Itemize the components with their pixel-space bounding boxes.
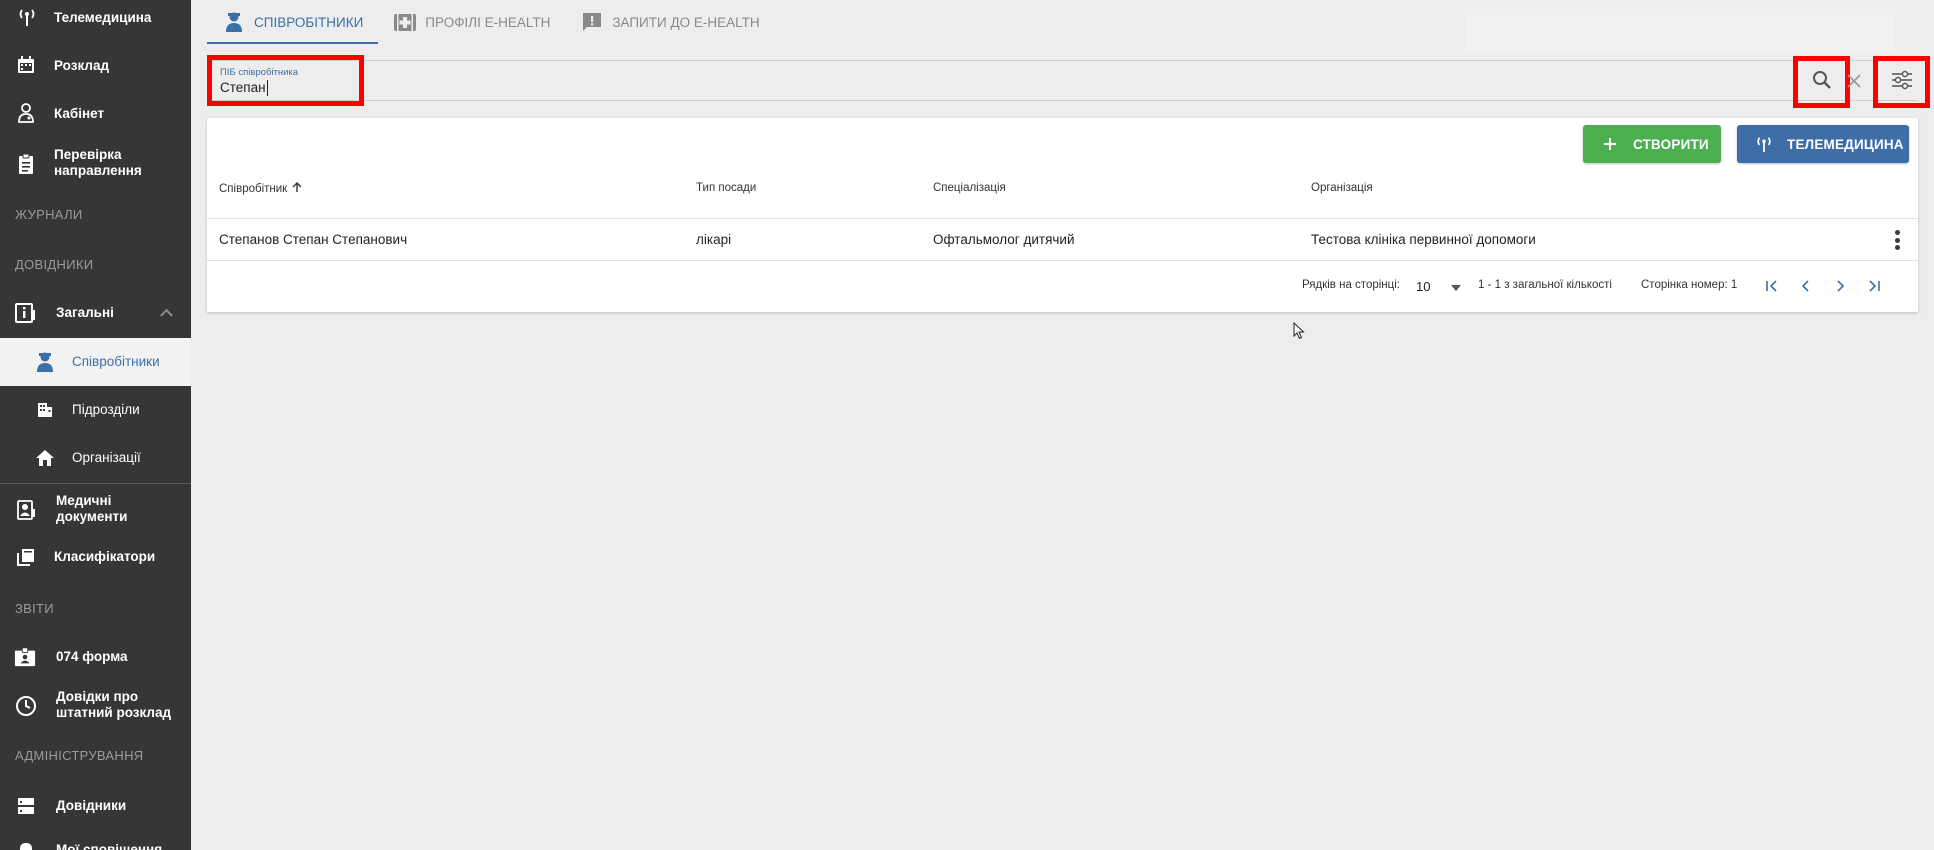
- tab-label: Запити до E-HEALTH: [612, 14, 760, 30]
- tab-staff[interactable]: Співробітники: [207, 0, 379, 44]
- sidebar-item-directories[interactable]: Довідники: [0, 794, 191, 818]
- sidebar: Телемедицина Розклад Кабінет Перевірка н…: [0, 0, 191, 850]
- sidebar-item-label: Організації: [72, 450, 141, 465]
- tab-bar: Співробітники Профілі E-HEALTH Запити до…: [207, 0, 775, 44]
- table-row[interactable]: Степанов Степан Степанович лікарі Офталь…: [207, 218, 1918, 261]
- create-button[interactable]: Створити: [1583, 125, 1721, 163]
- sidebar-item-label: Кабінет: [54, 106, 105, 121]
- sidebar-item-label: Підрозділи: [72, 402, 140, 417]
- telemedicine-button[interactable]: Телемедицина: [1737, 125, 1909, 163]
- sidebar-item-notifications[interactable]: Мої сповіщення: [0, 838, 191, 850]
- column-header-organization[interactable]: Організація: [1311, 182, 1373, 194]
- telemedicine-button-label: Телемедицина: [1787, 136, 1904, 152]
- sidebar-item-referral-check[interactable]: Перевірка направлення: [0, 146, 191, 182]
- medical-plus-icon: [393, 10, 417, 34]
- search-button[interactable]: [1793, 56, 1850, 108]
- section-title-journals: ЖУРНАЛИ: [15, 207, 83, 222]
- sidebar-item-label: 074 форма: [56, 649, 128, 664]
- sidebar-item-schedule[interactable]: Розклад: [0, 54, 191, 78]
- bell-icon: [15, 839, 37, 850]
- sidebar-item-label: Мої сповіщення: [56, 842, 163, 850]
- prev-page-icon[interactable]: [1795, 275, 1817, 297]
- tab-ehealth-profiles[interactable]: Профілі E-HEALTH: [378, 0, 565, 44]
- sidebar-item-label: Медичні документи: [56, 493, 128, 524]
- building-icon: [34, 399, 56, 421]
- sidebar-item-cabinet[interactable]: Кабінет: [0, 102, 191, 126]
- sidebar-item-telemedicine[interactable]: Телемедицина: [0, 6, 191, 30]
- create-button-label: Створити: [1633, 136, 1709, 152]
- arrow-up-icon: [292, 182, 302, 196]
- sidebar-item-organizations[interactable]: Організації: [0, 446, 191, 470]
- page-number: Сторінка номер: 1: [1641, 279, 1738, 291]
- sidebar-item-label: Класифікатори: [54, 549, 156, 564]
- sidebar-item-departments[interactable]: Підрозділи: [0, 398, 191, 422]
- staff-icon: [222, 10, 246, 34]
- library-icon: [15, 546, 37, 568]
- sidebar-item-staff[interactable]: Співробітники: [0, 338, 191, 386]
- last-page-icon[interactable]: [1863, 275, 1885, 297]
- search-field-label: ПІБ співробітника: [220, 67, 299, 78]
- medical-doc-icon: [15, 499, 37, 521]
- sidebar-item-medical-docs[interactable]: Медичні документи: [0, 492, 191, 528]
- staff-icon: [34, 351, 56, 373]
- sidebar-item-general[interactable]: Загальні: [0, 300, 191, 326]
- sidebar-item-classifiers[interactable]: Класифікатори: [0, 545, 191, 569]
- antenna-icon: [1753, 133, 1775, 155]
- staff-table-card: Створити Телемедицина Співробітник Тип п…: [207, 118, 1918, 312]
- header-placeholder: [1465, 9, 1895, 53]
- caret-down-icon: [1451, 279, 1461, 294]
- cell-position-type: лікарі: [696, 232, 732, 247]
- filter-settings-button[interactable]: [1873, 56, 1930, 108]
- column-header-position-type[interactable]: Тип посади: [696, 182, 756, 194]
- sidebar-item-label: Розклад: [54, 58, 110, 73]
- doctor-icon: [15, 102, 37, 124]
- alert-message-icon: [580, 10, 604, 34]
- sidebar-item-label: Телемедицина: [54, 10, 152, 25]
- search-input[interactable]: Степан: [220, 80, 268, 96]
- tab-ehealth-requests[interactable]: Запити до E-HEALTH: [565, 0, 774, 44]
- clock-icon: [15, 695, 37, 717]
- next-page-icon[interactable]: [1829, 275, 1851, 297]
- section-title-reports: ЗВІТИ: [15, 601, 54, 616]
- mouse-cursor-icon: [1293, 321, 1305, 345]
- antenna-icon: [16, 6, 38, 28]
- id-card-icon: [14, 646, 36, 668]
- cell-employee: Степанов Степан Степанович: [219, 232, 408, 247]
- divider: [0, 483, 191, 484]
- column-header-specialization[interactable]: Спеціалізація: [933, 182, 1006, 194]
- search-bar: [207, 60, 1917, 101]
- column-header-employee[interactable]: Співробітник: [219, 182, 302, 196]
- server-icon: [15, 795, 37, 817]
- sidebar-item-label: Співробітники: [72, 354, 160, 369]
- section-title-references: ДОВІДНИКИ: [15, 257, 94, 272]
- home-icon: [34, 447, 56, 469]
- more-vert-icon[interactable]: [1894, 230, 1900, 250]
- sidebar-item-label: Довідки про штатний розклад: [56, 689, 172, 720]
- info-badge-icon: [14, 302, 36, 324]
- cell-organization: Тестова клініка первинної допомоги: [1311, 232, 1536, 247]
- clipboard-icon: [15, 153, 37, 175]
- cell-specialization: Офтальмолог дитячий: [933, 232, 1075, 247]
- sidebar-item-staffing-certificates[interactable]: Довідки про штатний розклад: [0, 688, 191, 724]
- sidebar-item-label: Довідники: [56, 798, 127, 813]
- rows-per-page-select[interactable]: 10: [1416, 276, 1461, 296]
- section-title-admin: АДМІНІСТРУВАННЯ: [15, 748, 144, 763]
- sidebar-item-label: Загальні: [56, 305, 114, 320]
- first-page-icon[interactable]: [1761, 275, 1783, 297]
- plus-icon: [1599, 133, 1621, 155]
- search-icon: [1811, 69, 1833, 96]
- clear-icon[interactable]: [1843, 69, 1865, 93]
- sliders-icon: [1890, 69, 1914, 96]
- tab-label: Профілі E-HEALTH: [425, 14, 551, 30]
- calendar-icon: [15, 54, 37, 76]
- range-text: 1 - 1 з загальної кількості: [1478, 279, 1612, 291]
- sidebar-item-label: Перевірка направлення: [54, 147, 142, 178]
- rows-per-page-label: Рядків на сторінці:: [1302, 279, 1400, 291]
- sidebar-item-form-074[interactable]: 074 форма: [0, 644, 191, 670]
- tab-label: Співробітники: [254, 14, 364, 30]
- chevron-up-icon: [160, 308, 173, 322]
